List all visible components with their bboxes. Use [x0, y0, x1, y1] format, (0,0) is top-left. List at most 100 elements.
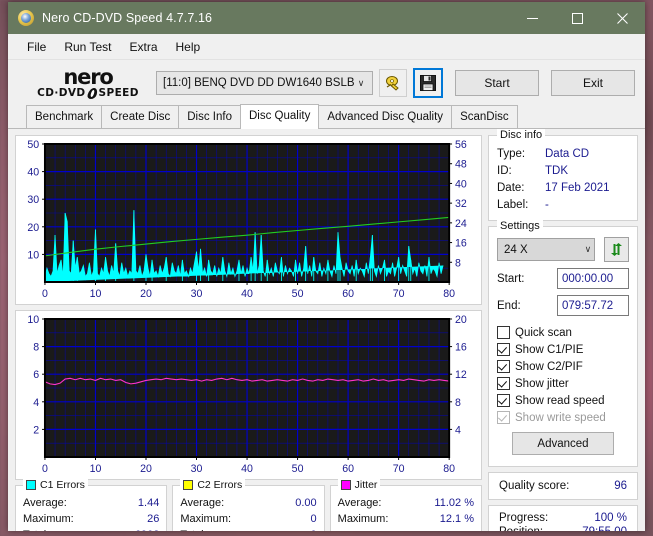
- tab-benchmark[interactable]: Benchmark: [26, 105, 103, 128]
- quality-score-row: Quality score: 96: [497, 479, 629, 493]
- eject-disc-button[interactable]: [379, 69, 407, 97]
- nero-cd-dvd-speed-window: Nero CD-DVD Speed 4.7.7.16 File Run Test…: [8, 2, 645, 531]
- svg-text:30: 30: [27, 194, 39, 206]
- disc-date-label: Date:: [497, 182, 525, 194]
- menu-item-file[interactable]: File: [18, 37, 55, 57]
- stat-row: Average: 11.02 %: [338, 495, 474, 511]
- jitter-legend-label: Jitter: [354, 479, 378, 491]
- close-button[interactable]: [600, 2, 645, 34]
- svg-text:56: 56: [455, 139, 467, 151]
- svg-text:24: 24: [455, 218, 467, 230]
- drive-select[interactable]: [11:0] BENQ DVD DD DW1640 BSLB ∨: [156, 71, 373, 95]
- disc-info-legend: Disc info: [497, 129, 546, 141]
- chevron-down-icon: ∨: [357, 77, 365, 88]
- nero-logo: nero CD·DVD SPEED: [34, 67, 142, 99]
- svg-text:20: 20: [140, 463, 152, 475]
- menu-item-run-test[interactable]: Run Test: [55, 37, 120, 57]
- save-results-button[interactable]: [413, 68, 443, 98]
- c2-errors-stats: C2 Errors Average: 0.00 Maximum: 0 Total…: [172, 479, 325, 531]
- tab-disc-info[interactable]: Disc Info: [178, 105, 241, 128]
- tab-scandisc[interactable]: ScanDisc: [451, 105, 518, 128]
- progress-label: Progress:: [499, 512, 549, 524]
- svg-text:8: 8: [455, 397, 461, 409]
- position-value: 79:55.00: [582, 526, 627, 531]
- tab-create-disc[interactable]: Create Disc: [101, 105, 180, 128]
- checkbox-quick-scan[interactable]: Quick scan: [497, 324, 629, 341]
- svg-text:80: 80: [443, 463, 455, 475]
- speed-select[interactable]: 24 X ∨: [497, 238, 596, 261]
- c1-errors-chart: 10 20 30 40 50 8 16 24 32 40 48 56 0 10 20 30 40 50 60 70 80: [15, 135, 482, 305]
- position-row: Position: 79:55.00: [497, 525, 629, 531]
- svg-text:2: 2: [33, 424, 39, 436]
- svg-text:10: 10: [27, 249, 39, 261]
- start-button[interactable]: Start: [455, 70, 539, 96]
- checkbox-show-c2-pif[interactable]: Show C2/PIF: [497, 358, 629, 375]
- minimize-button[interactable]: [510, 2, 555, 34]
- nero-logo-wordmark: nero: [63, 65, 113, 89]
- floppy-save-icon: [420, 75, 436, 91]
- stat-row: Average: 0.00: [180, 495, 316, 511]
- svg-text:0: 0: [42, 288, 48, 300]
- c1-total-value: 6902: [135, 527, 159, 531]
- jitter-stats: Jitter Average: 11.02 % Maximum: 12.1 %: [329, 479, 482, 531]
- svg-text:10: 10: [27, 314, 39, 326]
- menu-item-extra[interactable]: Extra: [120, 37, 166, 57]
- tab-disc-quality[interactable]: Disc Quality: [240, 104, 320, 129]
- stat-row: Total: 0: [180, 527, 316, 531]
- c1-total-label: Total:: [23, 527, 49, 531]
- speed-select-value: 24 X: [504, 243, 528, 256]
- disc-info-row-type: Type: Data CD: [497, 146, 629, 163]
- start-input[interactable]: 000:00.00: [557, 268, 629, 289]
- advanced-button[interactable]: Advanced: [512, 432, 614, 455]
- disc-quality-panel: 10 20 30 40 50 8 16 24 32 40 48 56 0 10 20 30 40 50 60 70 80…: [8, 128, 645, 531]
- checkbox-box: [497, 360, 510, 373]
- disc-id-label: ID:: [497, 165, 512, 177]
- svg-text:16: 16: [455, 237, 467, 249]
- maximize-button[interactable]: [555, 2, 600, 34]
- refresh-arrows-icon: [611, 243, 623, 256]
- svg-text:50: 50: [292, 463, 304, 475]
- c1-maximum-label: Maximum:: [23, 513, 74, 525]
- statistics-row: C1 Errors Average: 1.44 Maximum: 26 Tota…: [15, 479, 482, 531]
- svg-text:4: 4: [33, 397, 39, 409]
- c1-maximum-value: 26: [147, 513, 160, 525]
- svg-text:50: 50: [292, 288, 304, 300]
- tab-advanced-disc-quality[interactable]: Advanced Disc Quality: [318, 105, 453, 128]
- checkbox-show-read-speed[interactable]: Show read speed: [497, 392, 629, 409]
- checkbox-box: [497, 326, 510, 339]
- disc-type-value: Data CD: [545, 148, 590, 160]
- c2-total-value: 0: [311, 527, 317, 531]
- svg-text:40: 40: [455, 178, 467, 190]
- c2-color-swatch-icon: [183, 480, 194, 490]
- jitter-legend: Jitter: [337, 479, 381, 491]
- exit-button[interactable]: Exit: [551, 70, 635, 96]
- disc-label-label: Label:: [497, 199, 529, 211]
- nero-logo-disc-glyph-icon: [85, 88, 99, 99]
- checkbox-label: Show read speed: [515, 394, 605, 407]
- svg-text:80: 80: [443, 288, 455, 300]
- quality-score-group: Quality score: 96: [488, 472, 638, 500]
- nero-logo-cddvd: CD·DVD: [37, 87, 86, 100]
- disc-date-value: 17 Feb 2021: [545, 182, 610, 194]
- stat-row: Maximum: 12.1 %: [338, 511, 474, 527]
- svg-text:8: 8: [33, 341, 39, 353]
- c2-errors-legend: C2 Errors: [180, 479, 246, 491]
- c2-average-value: 0.00: [295, 497, 317, 509]
- toolbar: nero CD·DVD SPEED [11:0] BENQ DVD DD DW1…: [8, 60, 645, 106]
- checkbox-box: [497, 377, 510, 390]
- refresh-button[interactable]: [604, 237, 629, 262]
- disc-info-group: Disc info Type: Data CD ID: TDK Date: 17…: [488, 129, 638, 221]
- menu-item-help[interactable]: Help: [167, 37, 210, 57]
- c2-maximum-label: Maximum:: [180, 513, 232, 525]
- nero-disc-icon: [18, 10, 34, 26]
- checkbox-show-c1-pie[interactable]: Show C1/PIE: [497, 341, 629, 358]
- checkbox-show-jitter[interactable]: Show jitter: [497, 375, 629, 392]
- jitter-maximum-label: Maximum:: [337, 513, 389, 525]
- svg-text:50: 50: [27, 139, 39, 151]
- svg-text:70: 70: [393, 288, 405, 300]
- c2-total-label: Total:: [180, 527, 206, 531]
- svg-text:20: 20: [455, 314, 467, 326]
- charts-column: 10 20 30 40 50 8 16 24 32 40 48 56 0 10 20 30 40 50 60 70 80…: [15, 135, 482, 531]
- end-input[interactable]: 079:57.72: [557, 295, 629, 316]
- c2-maximum-value: 0: [310, 513, 317, 525]
